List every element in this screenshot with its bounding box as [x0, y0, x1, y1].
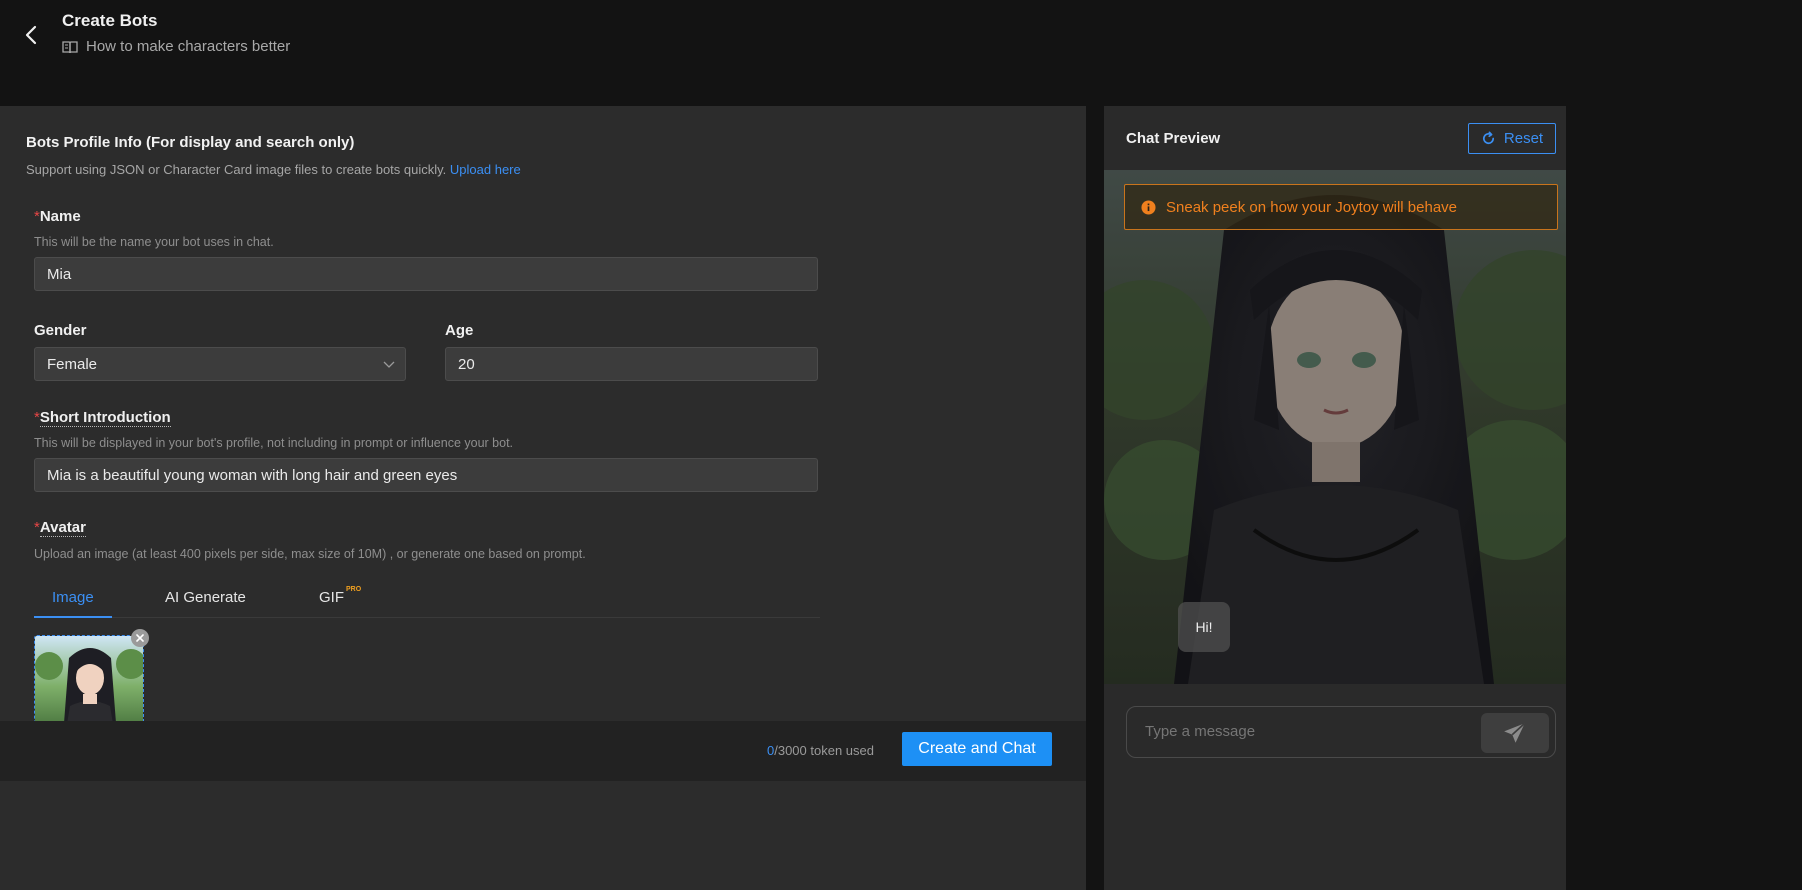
avatar-label: *Avatar	[34, 519, 86, 537]
section-subtitle: Support using JSON or Character Card ima…	[26, 162, 521, 177]
guide-link[interactable]: How to make characters better	[62, 38, 290, 55]
intro-label-text: Short Introduction	[39, 409, 171, 427]
intro-help: This will be displayed in your bot's pro…	[34, 436, 514, 450]
bot-profile-form: Bots Profile Info (For display and searc…	[0, 106, 1086, 890]
section-title: Bots Profile Info (For display and searc…	[26, 134, 355, 151]
form-footer: 0/3000 token used Create and Chat	[0, 721, 1086, 781]
chevron-down-icon	[383, 361, 395, 368]
name-help: This will be the name your bot uses in c…	[34, 235, 274, 249]
name-value: Mia	[47, 265, 72, 283]
intro-label: *Short Introduction	[34, 409, 171, 427]
reset-button-label: Reset	[1503, 130, 1544, 147]
gender-select[interactable]: Female	[34, 347, 406, 381]
bot-message-text: Hi!	[1195, 619, 1213, 635]
tab-image[interactable]: Image	[52, 576, 94, 618]
tab-gif[interactable]: GIF PRO	[319, 576, 362, 618]
guide-link-label: How to make characters better	[86, 38, 291, 55]
reset-button[interactable]: Reset	[1468, 123, 1556, 154]
notice-text: Sneak peek on how your Joytoy will behav…	[1166, 198, 1458, 216]
chat-messages-area: Sneak peek on how your Joytoy will behav…	[1104, 170, 1566, 684]
tab-gif-label: GIF	[319, 588, 344, 606]
section-subtitle-text: Support using JSON or Character Card ima…	[26, 162, 447, 177]
create-and-chat-button[interactable]: Create and Chat	[902, 732, 1052, 766]
book-icon	[62, 40, 78, 53]
page-header: Create Bots How to make characters bette…	[0, 0, 1802, 106]
send-button[interactable]	[1481, 713, 1549, 753]
message-input[interactable]	[1145, 723, 1465, 740]
preview-notice: Sneak peek on how your Joytoy will behav…	[1124, 184, 1558, 230]
chat-background-image	[1104, 170, 1566, 684]
tab-ai-generate[interactable]: AI Generate	[165, 576, 246, 618]
age-input[interactable]: 20	[445, 347, 818, 381]
intro-input[interactable]: Mia is a beautiful young woman with long…	[34, 458, 818, 492]
avatar-label-text: Avatar	[39, 519, 86, 537]
name-label: *Name	[34, 208, 81, 225]
name-label-text: Name	[39, 208, 81, 225]
bot-message-bubble: Hi!	[1178, 602, 1230, 652]
upload-link[interactable]: Upload here	[450, 162, 521, 177]
name-input[interactable]: Mia	[34, 257, 818, 291]
refresh-icon	[1482, 131, 1494, 145]
gender-label: Gender	[34, 322, 87, 339]
age-value: 20	[458, 355, 475, 373]
info-icon	[1141, 199, 1156, 215]
avatar-tabs: Image AI Generate GIF PRO	[34, 576, 820, 618]
chat-input-box	[1126, 706, 1556, 758]
required-mark: *	[34, 519, 40, 536]
chat-preview-title: Chat Preview	[1126, 130, 1221, 147]
send-icon	[1504, 722, 1526, 743]
chevron-left-icon	[25, 25, 37, 45]
avatar-help: Upload an image (at least 400 pixels per…	[34, 547, 586, 561]
token-counter: 0/3000 token used	[767, 743, 874, 758]
active-tab-indicator	[34, 616, 112, 618]
token-total: /3000 token used	[774, 743, 874, 758]
pro-badge: PRO	[346, 585, 362, 593]
back-button[interactable]	[18, 22, 44, 48]
page-title: Create Bots	[62, 11, 158, 30]
age-label: Age	[445, 322, 474, 339]
gender-value: Female	[47, 355, 98, 373]
chat-preview-panel: Chat Preview Reset Sneak peek on how you…	[1104, 106, 1566, 890]
remove-avatar-button[interactable]	[131, 629, 149, 647]
close-icon	[136, 634, 144, 642]
intro-value: Mia is a beautiful young woman with long…	[47, 466, 458, 484]
required-mark: *	[34, 409, 40, 426]
avatar-thumbnail[interactable]	[34, 635, 144, 735]
